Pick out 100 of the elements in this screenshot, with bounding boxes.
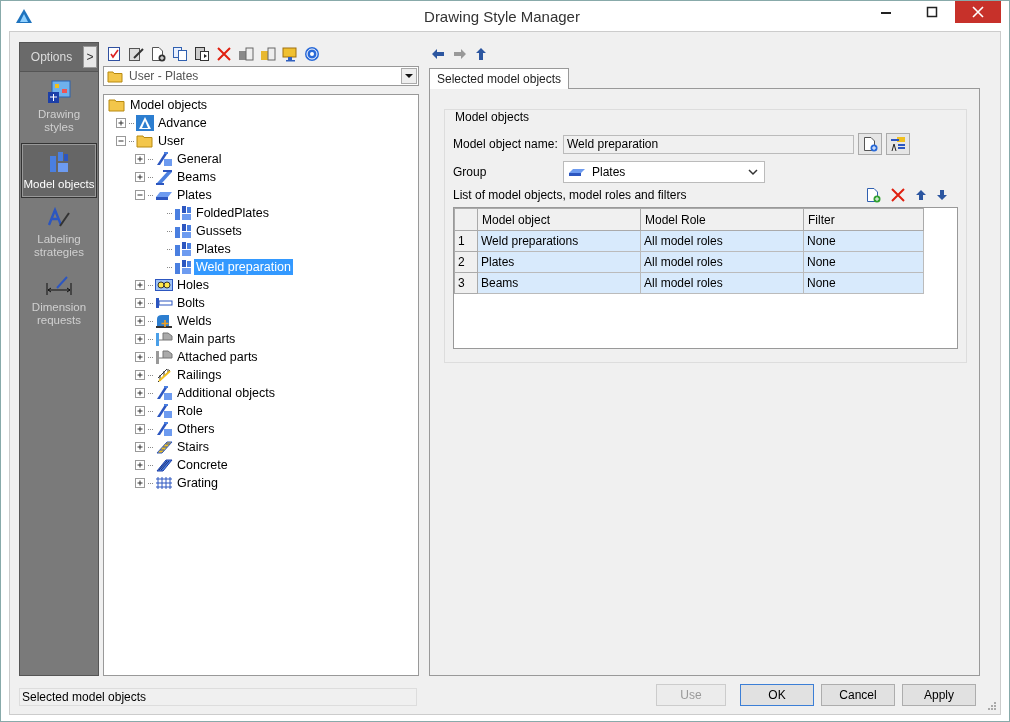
expander-icon[interactable] [134, 153, 146, 165]
expander-icon[interactable] [134, 315, 146, 327]
tree-item[interactable]: Others [175, 421, 217, 437]
new-document-icon [862, 136, 878, 152]
expander-icon[interactable] [134, 423, 146, 435]
new-button[interactable] [858, 133, 882, 155]
resize-grip-icon[interactable] [986, 700, 996, 710]
dialog-button[interactable]: Apply [902, 684, 976, 706]
column-header[interactable]: Model object [477, 208, 641, 231]
tree-item[interactable]: Beams [175, 169, 218, 185]
folder-document-icon[interactable] [260, 46, 276, 62]
tree-item[interactable]: Plates [194, 241, 233, 257]
field-label: Group [453, 165, 488, 179]
expander-icon[interactable] [134, 279, 146, 291]
pen-letter-icon [46, 207, 72, 229]
tree-item[interactable]: Concrete [175, 457, 230, 473]
expander-icon[interactable] [134, 189, 146, 201]
tree-item[interactable]: Attached parts [175, 349, 260, 365]
expand-button[interactable]: > [83, 46, 97, 68]
help-icon[interactable] [304, 46, 320, 62]
tree-item[interactable]: Holes [175, 277, 211, 293]
expander-icon[interactable] [115, 117, 127, 129]
tree-item[interactable]: Gussets [194, 223, 244, 239]
group-title: Model objects [453, 110, 532, 124]
column-header[interactable]: Model Role [640, 208, 804, 231]
expander-icon[interactable] [134, 387, 146, 399]
dialog-button[interactable]: Cancel [821, 684, 895, 706]
row-number: 1 [454, 230, 478, 252]
tree-item[interactable]: Role [175, 403, 205, 419]
path-dropdown[interactable]: User - Plates [103, 66, 419, 86]
expander-icon[interactable] [115, 135, 127, 147]
delete-icon[interactable] [216, 46, 232, 62]
expander-icon[interactable] [134, 405, 146, 417]
beam-icon [155, 169, 173, 185]
profile-block-icon [155, 151, 173, 167]
new-document-icon[interactable] [150, 46, 166, 62]
part-icon [155, 349, 173, 365]
tree-item[interactable]: FoldedPlates [194, 205, 271, 221]
expander-icon[interactable] [134, 459, 146, 471]
blocks-icon [174, 241, 192, 257]
blocks-icon [174, 259, 192, 275]
folder-icon [136, 134, 154, 148]
weld-icon [155, 313, 173, 329]
checklist-icon[interactable] [106, 46, 122, 62]
tree-item[interactable]: Welds [175, 313, 214, 329]
paste-icon[interactable] [194, 46, 210, 62]
status-bar: Selected model objects [19, 688, 417, 706]
styles-icon [46, 80, 72, 104]
concrete-beam-icon [155, 457, 173, 473]
dialog-button[interactable]: OK [740, 684, 814, 706]
plate-icon [568, 166, 586, 178]
tree-item[interactable]: Stairs [175, 439, 211, 455]
expander-icon[interactable] [134, 333, 146, 345]
expander-icon[interactable] [134, 297, 146, 309]
row-number: 3 [454, 272, 478, 294]
blocks-icon [174, 223, 192, 239]
tree-item[interactable]: General [175, 151, 224, 167]
tree-item[interactable]: Advance [156, 115, 209, 131]
field-label: Model object name: [453, 137, 559, 151]
tree-item[interactable]: Bolts [175, 295, 207, 311]
move-up-icon[interactable] [915, 189, 927, 201]
folder-icon [108, 98, 126, 112]
row-number: 2 [454, 251, 478, 273]
column-header[interactable]: Filter [803, 208, 924, 231]
chevron-down-icon [748, 168, 758, 176]
tree-item[interactable]: Main parts [175, 331, 238, 347]
add-document-icon[interactable] [865, 187, 881, 203]
grating-icon [155, 476, 173, 490]
up-arrow-icon[interactable] [475, 47, 487, 61]
monitor-icon[interactable] [282, 46, 298, 62]
edit-icon[interactable] [128, 46, 144, 62]
expander-icon[interactable] [134, 171, 146, 183]
move-down-icon[interactable] [936, 189, 948, 201]
expander-icon[interactable] [134, 369, 146, 381]
tree-item[interactable]: User [156, 133, 187, 149]
bolt-icon [155, 296, 173, 310]
tree-item[interactable]: Plates [175, 187, 214, 203]
tree-item[interactable]: Grating [175, 475, 220, 491]
part-icon [155, 331, 173, 347]
group-dropdown[interactable]: Plates [563, 161, 765, 183]
back-arrow-icon[interactable] [431, 48, 445, 60]
delete-icon[interactable] [890, 187, 906, 203]
sidebar-item[interactable]: Model objects [21, 143, 97, 198]
expander-icon[interactable] [134, 477, 146, 489]
dimension-icon [45, 275, 73, 297]
folder-document-icon[interactable] [238, 46, 254, 62]
tree-item[interactable]: Railings [175, 367, 224, 383]
list-icon [890, 136, 906, 152]
name-field[interactable]: Weld preparation [563, 134, 854, 154]
expander-icon[interactable] [134, 351, 146, 363]
tree-item[interactable]: Model objects [128, 97, 210, 113]
tab[interactable]: Selected model objects [429, 68, 570, 89]
app-logo-icon [15, 8, 33, 24]
profile-block-icon [155, 421, 173, 437]
blocks-icon [174, 205, 192, 221]
copy-icon[interactable] [172, 46, 188, 62]
expander-icon[interactable] [134, 441, 146, 453]
profile-block-icon [155, 385, 173, 401]
tree-item[interactable]: Additional objects [175, 385, 277, 401]
properties-button[interactable] [886, 133, 910, 155]
